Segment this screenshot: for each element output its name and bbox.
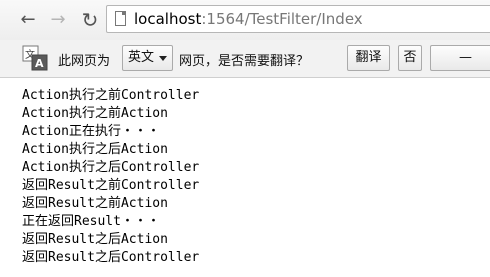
output-line: 返回Result之后Controller xyxy=(22,250,200,265)
translate-icon: 文 A xyxy=(22,45,48,71)
svg-text:A: A xyxy=(35,57,44,70)
language-select-value: 英文 xyxy=(128,50,155,65)
browser-toolbar: ← → ↻ localhost:1564/TestFilter/Index xyxy=(0,0,490,40)
output-line: Action执行之后Action xyxy=(22,142,168,157)
output-line: Action执行之前Action xyxy=(22,106,168,121)
output-line: 返回Result之后Action xyxy=(22,232,168,247)
back-arrow-icon[interactable]: ← xyxy=(18,9,38,31)
language-select[interactable]: 英文 xyxy=(122,45,173,71)
page-icon xyxy=(115,11,126,26)
output-line: 返回Result之前Controller xyxy=(22,178,200,193)
no-button[interactable]: 否 xyxy=(398,45,422,71)
url-text: localhost:1564/TestFilter/Index xyxy=(134,10,363,29)
url-host: localhost xyxy=(134,10,202,28)
output-line: Action执行之前Controller xyxy=(22,88,200,103)
url-path: :1564/TestFilter/Index xyxy=(201,10,363,28)
translate-button[interactable]: 翻译 xyxy=(347,45,390,71)
translate-prompt: 此网页为 xyxy=(58,54,111,69)
address-bar[interactable]: localhost:1564/TestFilter/Index xyxy=(106,5,490,33)
options-button[interactable]: — xyxy=(430,45,490,71)
translate-bar: 文 A 此网页为 英文 网页，是否需要翻译？ 翻译 否 — xyxy=(0,40,490,78)
output-line: Action正在执行・・・ xyxy=(22,124,160,139)
chevron-down-icon xyxy=(159,56,167,61)
forward-arrow-icon[interactable]: → xyxy=(48,9,68,31)
reload-icon[interactable]: ↻ xyxy=(80,9,100,31)
output-line: 正在返回Result・・・ xyxy=(22,214,160,229)
page-content: Action执行之前Controller Action执行之前Action Ac… xyxy=(22,87,199,267)
output-line: Action执行之后Controller xyxy=(22,160,200,175)
output-line: 返回Result之前Action xyxy=(22,196,168,211)
translate-question: 网页，是否需要翻译？ xyxy=(179,54,310,69)
